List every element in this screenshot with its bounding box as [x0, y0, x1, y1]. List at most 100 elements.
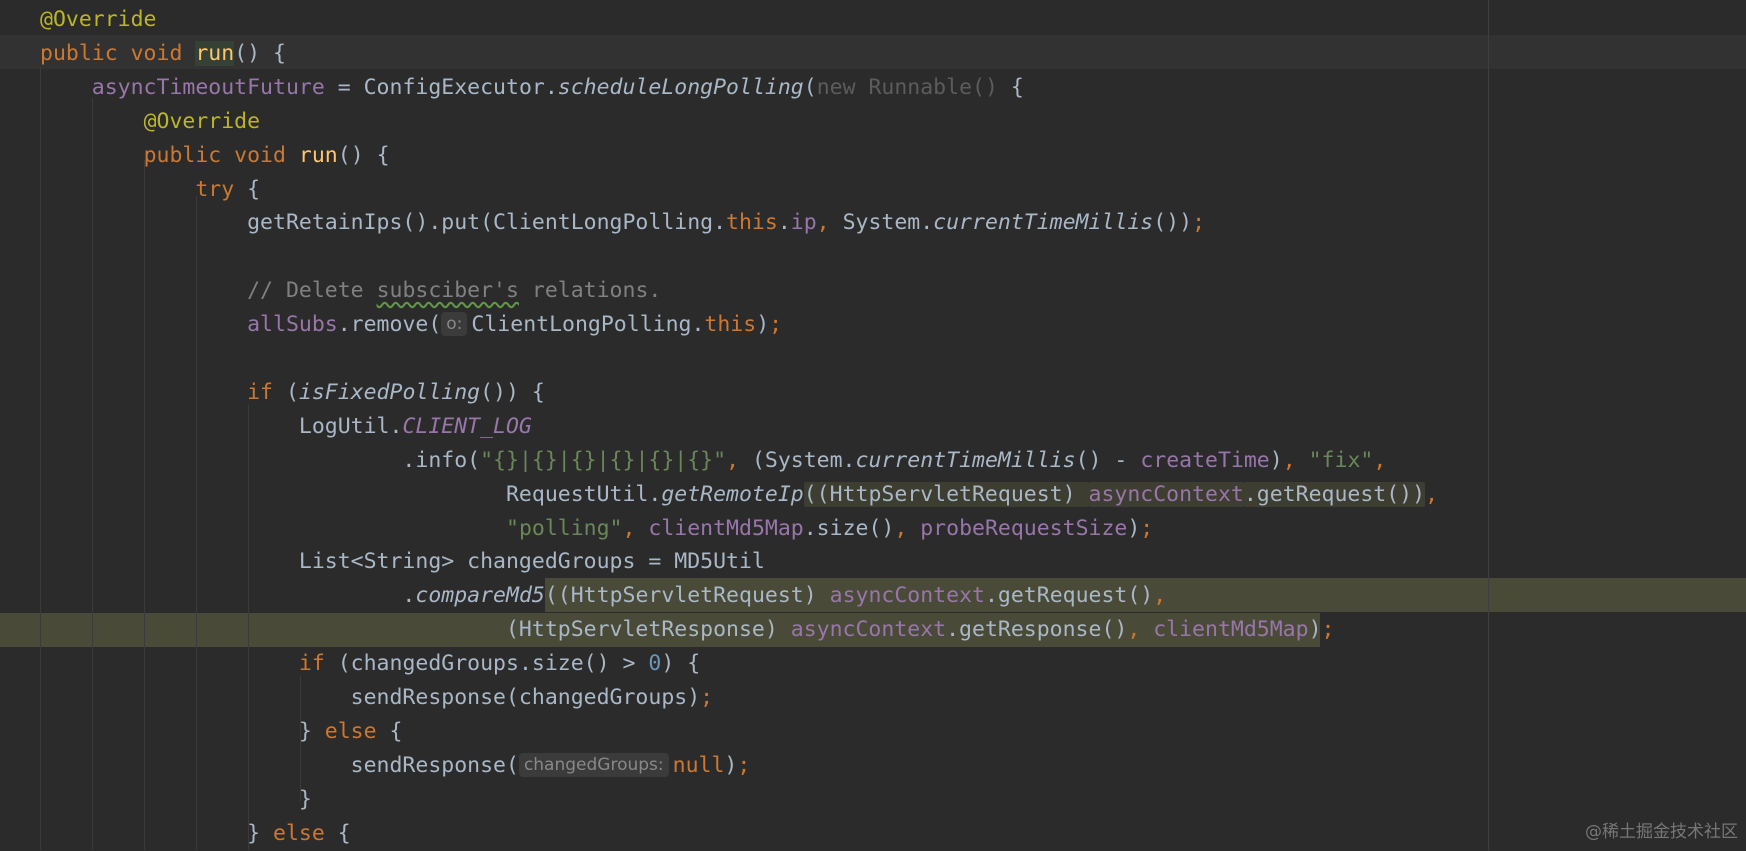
code-line[interactable]: if (changedGroups.size() > 0) { [40, 647, 700, 681]
code-line[interactable]: } else { [40, 715, 403, 749]
code-token: sendResponse(changedGroups) [40, 685, 701, 710]
parameter-hint: o: [441, 312, 468, 337]
code-line[interactable]: public void run() { [40, 139, 390, 173]
code-token: () - [1075, 447, 1141, 473]
code-token: (HttpServletResponse) [40, 617, 791, 643]
code-token: public void [143, 142, 299, 168]
code-token: System. [842, 210, 934, 236]
code-line[interactable]: List<String> changedGroups = MD5Util [40, 545, 765, 579]
code-token: CLIENT_LOG [402, 413, 532, 439]
code-token: , [1425, 481, 1439, 507]
code-token: , [1127, 617, 1154, 643]
code-token: ( [273, 379, 299, 405]
code-token: createTime [1140, 447, 1270, 473]
code-token: // Delete [247, 278, 377, 304]
code-token: asyncContext [790, 617, 947, 643]
code-line[interactable]: LogUtil.CLIENT_LOG [40, 410, 532, 444]
code-line[interactable]: } else { [40, 817, 351, 851]
code-line[interactable]: sendResponse(changedGroups: null); [40, 749, 750, 783]
code-line[interactable]: sendResponse(changedGroups); [40, 681, 713, 715]
code-token: ) [1269, 447, 1283, 473]
code-token: { [234, 176, 261, 202]
code-token: ; [700, 685, 714, 710]
code-token: List<String> changedGroups = MD5Util [40, 549, 765, 575]
code-token: ) { [661, 651, 701, 677]
code-token: ) [724, 752, 738, 778]
code-line[interactable]: .compareMd5((HttpServletRequest) asyncCo… [40, 579, 1166, 613]
code-token: "{}|{}|{}|{}|{}|{}" [480, 447, 727, 473]
code-line[interactable]: getRetainIps().put(ClientLongPolling.thi… [40, 206, 1205, 240]
code-token: "fix" [1308, 447, 1374, 473]
code-token: ; [737, 752, 751, 778]
code-token: ; [769, 312, 783, 338]
code-token: ; [1192, 210, 1206, 236]
code-token: .size() [803, 515, 895, 541]
code-line[interactable]: } [40, 783, 312, 817]
code-token: , [726, 447, 752, 473]
code-token: compareMd5 [415, 583, 545, 609]
code-token: getRetainIps().put(ClientLongPolling. [40, 210, 727, 236]
code-token: this [726, 210, 778, 236]
code-token: ()) [1153, 210, 1193, 236]
code-editor[interactable]: @Override public void run() { asyncTimeou… [0, 0, 1746, 850]
code-token: ) [756, 312, 770, 338]
code-token: ()) { [480, 379, 545, 405]
code-token: LogUtil. [40, 413, 403, 439]
code-token: ( [803, 74, 817, 100]
code-token: "polling" [506, 515, 623, 541]
code-token: .info( [40, 447, 481, 473]
parameter-hint: changedGroups: [518, 752, 669, 777]
code-line[interactable]: .info("{}|{}|{}|{}|{}|{}", (System.curre… [40, 444, 1386, 478]
code-token: .getRequest()) [1243, 481, 1426, 507]
code-token: .getRequest() [984, 583, 1154, 609]
code-token: { [1010, 74, 1024, 100]
code-token: probeRequestSize [920, 515, 1128, 541]
code-token: ) [1127, 515, 1141, 541]
code-token: } [40, 820, 273, 846]
code-token: { [376, 718, 403, 744]
code-line[interactable]: @Override [40, 105, 261, 139]
code-line[interactable]: public void run() { [40, 37, 286, 71]
code-token: , [1153, 583, 1167, 609]
code-token: , [1373, 447, 1387, 473]
code-line[interactable]: (HttpServletResponse) asyncContext.getRe… [40, 613, 1334, 647]
code-line[interactable]: asyncTimeoutFuture = ConfigExecutor.sche… [40, 71, 1024, 105]
code-token: clientMd5Map [648, 515, 804, 541]
code-token: allSubs [247, 312, 338, 338]
code-token: , [894, 515, 921, 541]
code-line[interactable]: "polling", clientMd5Map.size(), probeReq… [40, 512, 1153, 546]
code-token: run [298, 142, 338, 168]
code-token: , [816, 210, 843, 236]
code-line[interactable]: // Delete subsciber's relations. [40, 274, 661, 308]
code-token: run [195, 40, 235, 66]
code-token: (System. [751, 447, 856, 473]
code-token: clientMd5Map [1153, 617, 1309, 643]
code-line[interactable]: RequestUtil.getRemoteIp((HttpServletRequ… [40, 478, 1438, 512]
right-margin-guide [1488, 0, 1489, 850]
code-token: @Override [143, 108, 261, 134]
code-token: else [273, 820, 325, 846]
code-line[interactable]: if (isFixedPolling()) { [40, 376, 545, 410]
code-token: currentTimeMillis [855, 447, 1076, 473]
code-token: RequestUtil. [40, 481, 662, 507]
code-token: asyncContext [829, 583, 985, 609]
code-line[interactable]: @Override [40, 3, 157, 37]
code-token: this [704, 312, 757, 338]
code-token: asyncTimeoutFuture [91, 74, 325, 100]
code-token: scheduleLongPolling [557, 74, 804, 100]
code-token: { [324, 820, 351, 846]
code-line[interactable]: allSubs.remove(o: ClientLongPolling.this)… [40, 308, 782, 342]
code-token: ((HttpServletRequest) [803, 481, 1089, 507]
code-line[interactable]: try { [40, 173, 260, 207]
code-token: ClientLongPolling. [471, 312, 705, 338]
code-token: () { [337, 142, 390, 168]
code-token: } [40, 718, 325, 744]
code-token: . [777, 210, 791, 236]
code-token: ((HttpServletRequest) [544, 583, 830, 609]
